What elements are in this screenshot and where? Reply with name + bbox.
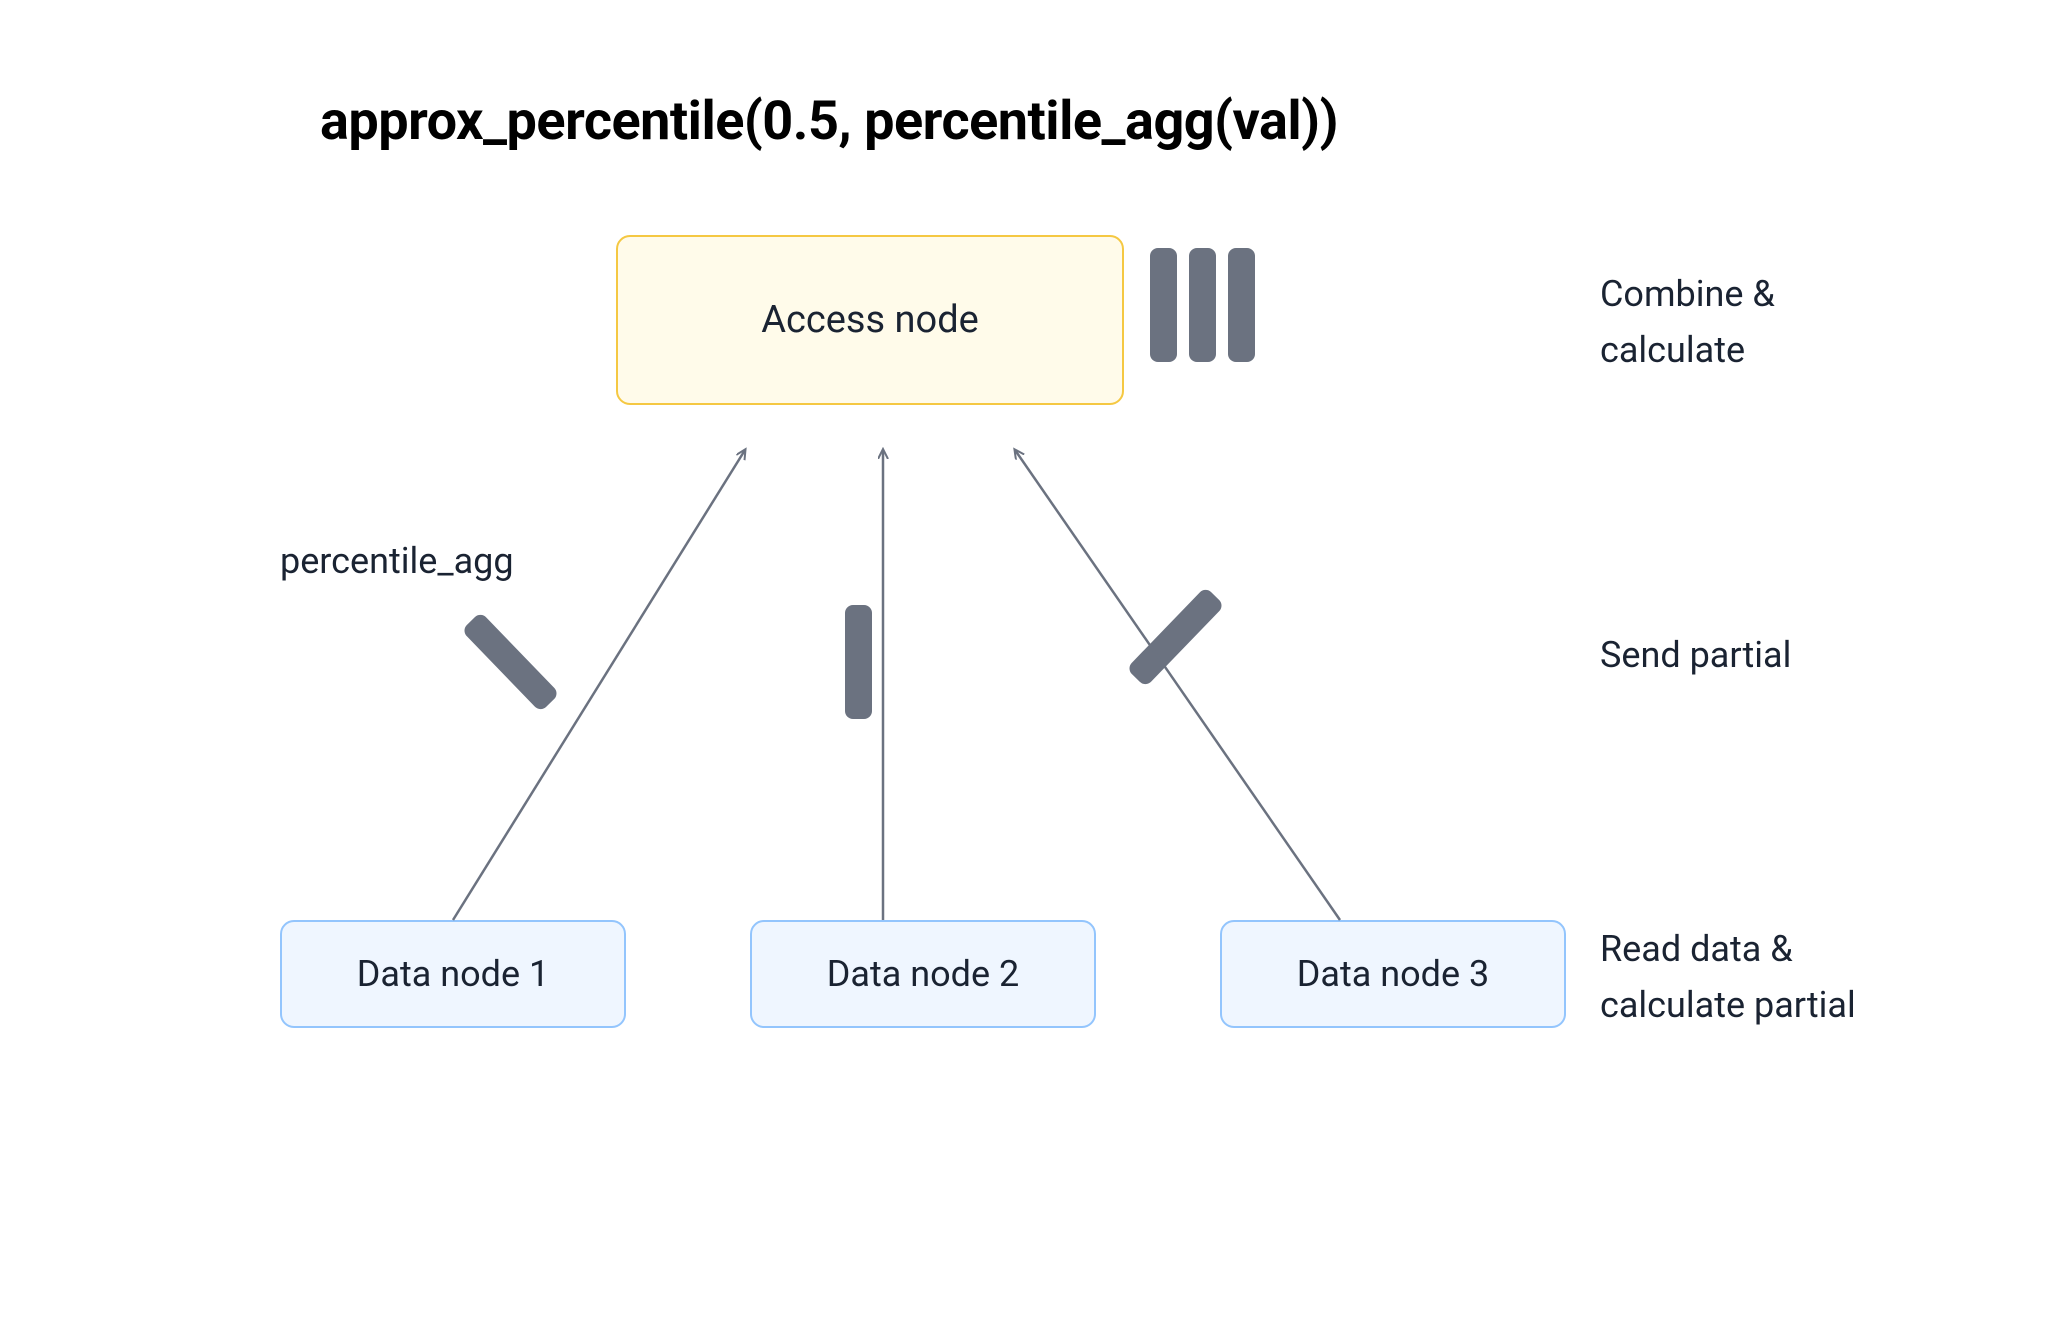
data-node-1-label: Data node 1 [357,953,549,995]
data-node-2-label: Data node 2 [827,953,1019,995]
bar-icon [1150,248,1177,362]
access-node-box: Access node [616,235,1124,405]
diagram-title: approx_percentile(0.5, percentile_agg(va… [320,90,1338,153]
partial-bar-icon [461,612,560,713]
partial-bar-icon [1126,587,1225,688]
send-partial-label: Send partial [1600,628,1791,684]
combined-bars-icon [1150,248,1255,362]
bar-icon [1228,248,1255,362]
data-node-2-box: Data node 2 [750,920,1096,1028]
data-node-3-label: Data node 3 [1297,953,1489,995]
data-node-1-box: Data node 1 [280,920,626,1028]
percentile-agg-label: percentile_agg [280,540,514,582]
access-node-label: Access node [761,298,979,342]
read-calculate-label: Read data &calculate partial [1600,922,1856,1034]
data-node-3-box: Data node 3 [1220,920,1566,1028]
partial-bar-icon [845,605,872,719]
combine-calculate-label: Combine &calculate [1600,267,1775,379]
arrow-data3-to-access [1015,450,1340,920]
bar-icon [1189,248,1216,362]
arrow-data1-to-access [453,450,745,920]
